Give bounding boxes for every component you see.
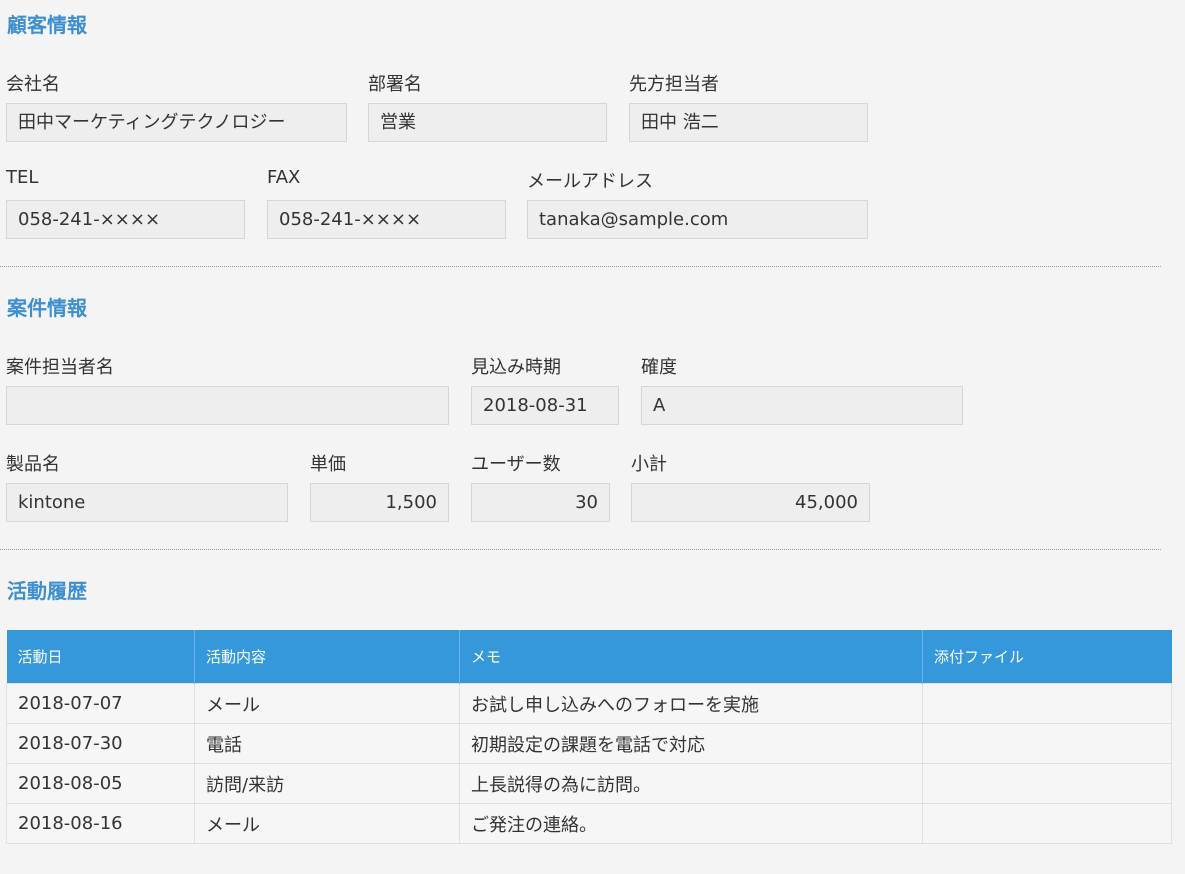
activity-date-cell[interactable]: 2018-08-16 [6, 803, 195, 844]
activity-type-cell[interactable]: 訪問/来訪 [194, 763, 460, 804]
owner-label: 案件担当者名 [6, 357, 114, 378]
section-divider [0, 549, 1161, 550]
tel-value[interactable]: 058-241-×××× [6, 200, 245, 239]
column-header-date[interactable]: 活動日 [6, 630, 195, 684]
activity-type-cell[interactable]: 電話 [194, 723, 460, 764]
table-row: 2018-08-05 訪問/来訪 上長説得の為に訪問。 [6, 763, 1172, 804]
subtotal-value[interactable]: 45,000 [631, 483, 870, 522]
certainty-label: 確度 [641, 357, 677, 378]
customer-section-title: 顧客情報 [7, 13, 87, 37]
department-label: 部署名 [368, 74, 422, 95]
expected-date-label: 見込み時期 [471, 357, 561, 378]
activity-memo-cell[interactable]: 上長説得の為に訪問。 [459, 763, 923, 804]
fax-label: FAX [267, 167, 301, 188]
activity-memo-cell[interactable]: お試し申し込みへのフォローを実施 [459, 683, 923, 724]
activity-date-cell[interactable]: 2018-07-30 [6, 723, 195, 764]
company-value[interactable]: 田中マーケティングテクノロジー [6, 103, 347, 142]
activity-attachment-cell[interactable] [922, 763, 1172, 804]
column-header-type[interactable]: 活動内容 [194, 630, 460, 684]
owner-value[interactable] [6, 386, 449, 425]
activity-date-cell[interactable]: 2018-07-07 [6, 683, 195, 724]
activity-type-cell[interactable]: メール [194, 803, 460, 844]
activity-attachment-cell[interactable] [922, 683, 1172, 724]
activity-memo-cell[interactable]: 初期設定の課題を電話で対応 [459, 723, 923, 764]
activity-memo-cell[interactable]: ご発注の連絡。 [459, 803, 923, 844]
contact-label: 先方担当者 [629, 74, 719, 95]
users-label: ユーザー数 [471, 454, 561, 475]
activity-attachment-cell[interactable] [922, 723, 1172, 764]
certainty-value[interactable]: A [641, 386, 963, 425]
product-label: 製品名 [6, 454, 60, 475]
column-header-attachment[interactable]: 添付ファイル [922, 630, 1172, 684]
unit-price-value[interactable]: 1,500 [310, 483, 449, 522]
unit-price-label: 単価 [310, 454, 346, 475]
table-row: 2018-07-30 電話 初期設定の課題を電話で対応 [6, 723, 1172, 764]
deal-section-title: 案件情報 [7, 296, 87, 320]
department-value[interactable]: 営業 [368, 103, 607, 142]
users-value[interactable]: 30 [471, 483, 610, 522]
activity-type-cell[interactable]: メール [194, 683, 460, 724]
tel-label: TEL [6, 167, 39, 188]
product-value[interactable]: kintone [6, 483, 288, 522]
fax-value[interactable]: 058-241-×××× [267, 200, 506, 239]
activity-attachment-cell[interactable] [922, 803, 1172, 844]
activity-history-table: 活動日 活動内容 メモ 添付ファイル 2018-07-07 メール お試し申し込… [6, 630, 1172, 844]
activity-section-title: 活動履歴 [7, 579, 87, 603]
company-label: 会社名 [6, 74, 60, 95]
expected-date-value[interactable]: 2018-08-31 [471, 386, 619, 425]
table-header-row: 活動日 活動内容 メモ 添付ファイル [6, 630, 1172, 684]
activity-date-cell[interactable]: 2018-08-05 [6, 763, 195, 804]
table-row: 2018-07-07 メール お試し申し込みへのフォローを実施 [6, 683, 1172, 724]
section-divider [0, 266, 1161, 267]
email-value[interactable]: tanaka@sample.com [527, 200, 868, 239]
column-header-memo[interactable]: メモ [459, 630, 923, 684]
subtotal-label: 小計 [631, 454, 667, 475]
table-row: 2018-08-16 メール ご発注の連絡。 [6, 803, 1172, 844]
email-label: メールアドレス [527, 171, 653, 192]
contact-value[interactable]: 田中 浩二 [629, 103, 868, 142]
